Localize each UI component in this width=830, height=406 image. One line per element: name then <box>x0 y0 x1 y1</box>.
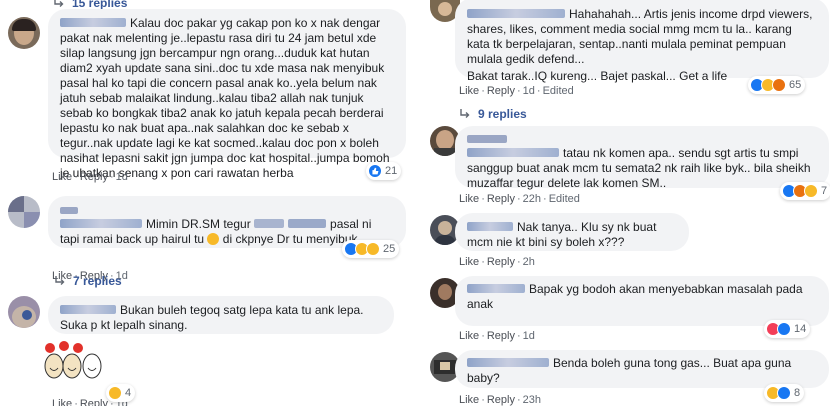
like-reaction-icon <box>368 164 382 178</box>
like-link[interactable]: Like <box>52 171 72 183</box>
timestamp[interactable]: 1d <box>523 85 535 97</box>
haha-reaction-icon <box>108 386 122 400</box>
reply-link[interactable]: Reply <box>487 330 515 342</box>
reply-arrow-icon <box>54 0 64 7</box>
commenter-name[interactable] <box>467 148 559 157</box>
laughing-emoji-icon <box>207 233 220 245</box>
reaction-count: 8 <box>794 387 801 399</box>
comment-bubble: Benda boleh guna tong gas... Buat apa gu… <box>455 350 829 388</box>
commenter-name[interactable] <box>467 358 549 367</box>
mention-tag[interactable] <box>254 219 285 228</box>
reply-link[interactable]: Reply <box>487 256 515 268</box>
timestamp[interactable]: 23h <box>523 394 541 406</box>
like-link[interactable]: Like <box>459 394 479 406</box>
like-reaction-icon <box>777 386 791 400</box>
reaction-summary[interactable]: 4 <box>106 384 136 402</box>
comment-actions: Like · Reply · 1d <box>459 330 535 342</box>
reaction-count: 4 <box>125 387 132 399</box>
comment-actions: Like · Reply · 1d <box>52 171 128 183</box>
mention-tag[interactable] <box>288 219 327 228</box>
commenter-name[interactable] <box>60 18 126 27</box>
wow-reaction-icon <box>804 184 818 198</box>
reaction-summary[interactable]: 7 <box>780 182 830 200</box>
avatar[interactable] <box>8 196 40 228</box>
reaction-summary[interactable]: 21 <box>366 162 402 180</box>
avatar[interactable] <box>8 296 40 328</box>
reaction-count: 7 <box>821 185 828 197</box>
like-link[interactable]: Like <box>459 256 479 268</box>
timestamp[interactable]: 1d <box>523 330 535 342</box>
reply-link[interactable]: Reply <box>80 171 108 183</box>
reaction-count: 14 <box>794 323 807 335</box>
view-replies-link[interactable]: 7 replies <box>55 274 122 288</box>
reply-link[interactable]: Reply <box>487 394 515 406</box>
comment-bubble: Nak tanya.. Klu sy nk buat mcm nie kt bi… <box>455 213 689 251</box>
avatar[interactable] <box>8 17 40 49</box>
reaction-summary[interactable]: 25 <box>342 240 400 258</box>
commenter-name[interactable] <box>60 219 142 228</box>
comment-text: Kalau doc pakar yg cakap pon ko x nak de… <box>60 16 390 180</box>
commenter-name[interactable] <box>60 305 116 314</box>
left-comment-column: 15 replies Kalau doc pakar yg cakap pon … <box>0 0 412 406</box>
reply-arrow-icon <box>55 276 65 285</box>
reaction-summary[interactable]: 65 <box>748 76 806 94</box>
comment-actions: Like · Reply · 23h <box>459 394 542 406</box>
reply-arrow-icon <box>460 109 470 118</box>
reaction-count: 25 <box>383 243 396 255</box>
commenter-name[interactable] <box>467 284 525 293</box>
right-comment-column: Hahahahah... Artis jenis income drpd vie… <box>418 0 830 406</box>
wow-reaction-icon <box>366 242 380 256</box>
reply-link[interactable]: Reply <box>487 85 515 97</box>
reply-link[interactable]: Reply <box>487 193 515 205</box>
commenter-name[interactable] <box>467 9 565 18</box>
timestamp[interactable]: 1d <box>116 171 128 183</box>
like-link[interactable]: Like <box>459 193 479 205</box>
comment-bubble: Bukan buleh tegoq satg lepa kata tu ank … <box>48 296 394 334</box>
comment-bubble: Hahahahah... Artis jenis income drpd vie… <box>455 0 829 83</box>
commenter-name[interactable] <box>467 222 513 231</box>
reaction-count: 21 <box>385 165 398 177</box>
timestamp[interactable]: 2h <box>523 256 535 268</box>
commenter-name-line <box>60 207 78 214</box>
edited-label[interactable]: Edited <box>543 85 574 97</box>
reaction-summary[interactable]: 8 <box>764 384 805 402</box>
reply-link[interactable]: Reply <box>80 398 108 406</box>
view-replies-link[interactable]: 9 replies <box>460 107 527 121</box>
angry-reaction-icon <box>772 78 786 92</box>
comment-text: Mimin DR.SM tegur <box>146 217 251 231</box>
like-link[interactable]: Like <box>52 398 72 406</box>
like-reaction-icon <box>777 322 791 336</box>
comment-actions: Like · Reply · 1d · Edited <box>459 85 574 97</box>
edited-label[interactable]: Edited <box>549 193 580 205</box>
comment-bubble: Bapak yg bodoh akan menyebabkan masalah … <box>455 276 829 326</box>
comment-bubble: tatau nk komen apa.. sendu sgt artis tu … <box>455 126 829 190</box>
comment-bubble: Kalau doc pakar yg cakap pon ko x nak de… <box>48 9 406 180</box>
laughing-sticker <box>40 340 106 386</box>
comment-actions: Like · Reply · 22h · Edited <box>459 193 580 205</box>
like-link[interactable]: Like <box>459 85 479 97</box>
reaction-count: 65 <box>789 79 802 91</box>
timestamp[interactable]: 22h <box>523 193 541 205</box>
like-link[interactable]: Like <box>459 330 479 342</box>
commenter-name-line <box>467 135 507 143</box>
comment-text: di ckpnye Dr tu menyibuk <box>222 232 358 246</box>
comment-actions: Like · Reply · 2h <box>459 256 535 268</box>
reaction-summary[interactable]: 14 <box>764 320 811 338</box>
